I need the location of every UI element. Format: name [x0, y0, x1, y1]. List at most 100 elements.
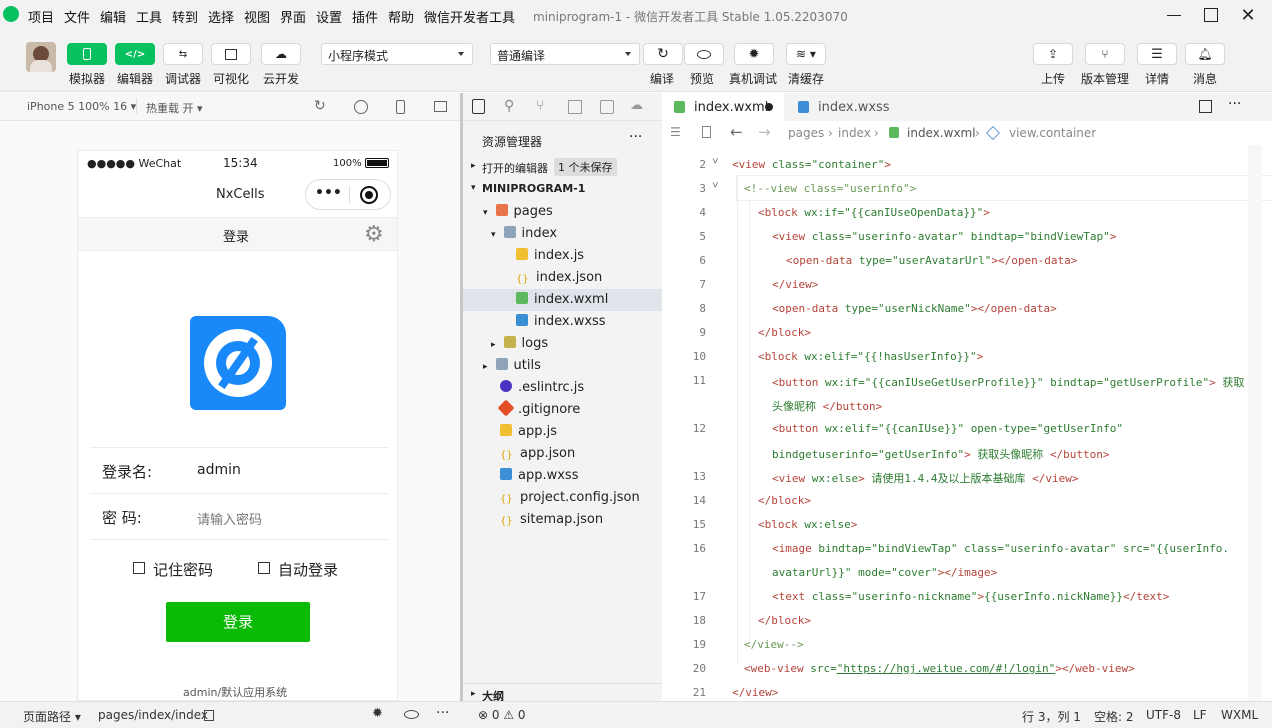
- page-path-label[interactable]: 页面路径 ▾: [23, 708, 81, 725]
- tree-item-index-js[interactable]: index.js: [516, 248, 584, 263]
- forward-arrow-icon[interactable]: →: [758, 123, 771, 141]
- more-options-icon[interactable]: ···: [1228, 96, 1241, 112]
- split-editor-icon[interactable]: [1199, 100, 1212, 113]
- details-button[interactable]: ☰: [1137, 43, 1177, 65]
- breadcrumb-file[interactable]: index.wxml: [907, 126, 976, 140]
- upload-button[interactable]: ⇪: [1033, 43, 1073, 65]
- messages-button[interactable]: 🔔︎: [1185, 43, 1225, 65]
- capsule-menu[interactable]: •••: [305, 179, 391, 210]
- mode-select[interactable]: 小程序模式: [321, 43, 473, 65]
- tab-index-wxml[interactable]: index.wxml: [662, 93, 784, 121]
- storage-icon[interactable]: [600, 100, 614, 114]
- phone-icon[interactable]: [396, 100, 405, 114]
- tree-item-app-json[interactable]: {} app.json: [500, 446, 575, 462]
- indent-setting[interactable]: 空格: 2: [1094, 708, 1134, 725]
- menu-project[interactable]: 项目: [28, 7, 54, 26]
- gear-icon[interactable]: ⚙: [364, 222, 384, 247]
- remote-debug-button[interactable]: ✹: [734, 43, 774, 65]
- page-path-value[interactable]: pages/index/index: [98, 708, 208, 722]
- tree-item-utils[interactable]: ▸ utils: [483, 358, 541, 373]
- tree-item-index-wxml[interactable]: index.wxml: [516, 292, 608, 307]
- open-editors-section[interactable]: 打开的编辑器: [482, 160, 548, 176]
- more-options-icon[interactable]: ···: [629, 129, 642, 145]
- username-input[interactable]: admin: [197, 462, 377, 478]
- compile-button[interactable]: ↻: [643, 43, 683, 65]
- menu-tools[interactable]: 工具: [136, 7, 162, 26]
- bookmark-icon[interactable]: [702, 126, 711, 138]
- cloud-icon[interactable]: ☁: [630, 98, 643, 113]
- popout-icon[interactable]: [434, 101, 447, 112]
- close-capsule-icon[interactable]: [360, 186, 378, 204]
- menu-help[interactable]: 帮助: [388, 7, 414, 26]
- minimize-button[interactable]: [1162, 4, 1186, 26]
- avatar[interactable]: [26, 42, 56, 72]
- clear-cache-button[interactable]: ≋ ▾: [786, 43, 826, 65]
- language-mode[interactable]: WXML: [1221, 708, 1258, 722]
- unsaved-dot-icon[interactable]: [765, 103, 773, 111]
- tab-index-wxss[interactable]: index.wxss: [784, 93, 906, 121]
- tree-item-sitemap[interactable]: {} sitemap.json: [500, 512, 603, 528]
- preview-button[interactable]: [684, 43, 724, 65]
- menu-view[interactable]: 视图: [244, 7, 270, 26]
- breadcrumb-node[interactable]: view.container: [1009, 126, 1096, 140]
- menu-select[interactable]: 选择: [208, 7, 234, 26]
- bug-icon[interactable]: ✹: [372, 706, 383, 721]
- menu-edit[interactable]: 编辑: [100, 7, 126, 26]
- fold-chevron-icon[interactable]: ˅: [712, 155, 719, 169]
- tree-item-index-folder[interactable]: ▾ index: [491, 226, 557, 241]
- simulator-toggle-button[interactable]: [67, 43, 107, 65]
- more-dots-icon[interactable]: •••: [315, 185, 342, 201]
- compile-select[interactable]: 普通编译: [490, 43, 640, 65]
- version-control-button[interactable]: ⑂: [1085, 43, 1125, 65]
- eye-icon[interactable]: [404, 710, 419, 719]
- maximize-button[interactable]: [1199, 4, 1223, 26]
- login-button[interactable]: 登录: [166, 602, 310, 642]
- hot-reload-select[interactable]: 热重载 开 ▾: [146, 100, 203, 116]
- tree-item-index-json[interactable]: {} index.json: [516, 270, 602, 286]
- breadcrumb-pages[interactable]: pages: [788, 126, 824, 140]
- menu-ui[interactable]: 界面: [280, 7, 306, 26]
- debugger-toggle-button[interactable]: ⇆: [163, 43, 203, 65]
- tree-item-gitignore[interactable]: .gitignore: [497, 399, 580, 417]
- device-select[interactable]: iPhone 5 100% 16 ▾: [27, 100, 136, 113]
- back-arrow-icon[interactable]: ←: [730, 123, 743, 141]
- cursor-position[interactable]: 行 3，列 1: [1022, 708, 1081, 725]
- tree-item-app-js[interactable]: app.js: [500, 424, 557, 439]
- code-editor[interactable]: 2 3 4 5 6 7 8 9 10 11 12 13 14 15 16 17 …: [662, 145, 1272, 701]
- tree-item-logs[interactable]: ▸ logs: [491, 336, 548, 351]
- visual-toggle-button[interactable]: [211, 43, 251, 65]
- menu-goto[interactable]: 转到: [172, 7, 198, 26]
- tree-item-eslintrc[interactable]: .eslintrc.js: [500, 380, 584, 395]
- remember-label[interactable]: 记住密码: [153, 559, 213, 580]
- menu-settings[interactable]: 设置: [316, 7, 342, 26]
- fold-chevron-icon[interactable]: ˅: [712, 179, 719, 193]
- copy-icon[interactable]: [204, 710, 214, 721]
- editor-toggle-button[interactable]: </>: [115, 43, 155, 65]
- tree-item-index-wxss[interactable]: index.wxss: [516, 314, 606, 329]
- remember-checkbox[interactable]: [133, 562, 145, 574]
- close-button[interactable]: ✕: [1236, 4, 1260, 26]
- tree-item-pages[interactable]: ▾ pages: [483, 204, 553, 219]
- tree-item-app-wxss[interactable]: app.wxss: [500, 468, 578, 483]
- auto-login-checkbox[interactable]: [258, 562, 270, 574]
- line-ending[interactable]: LF: [1193, 708, 1207, 722]
- list-icon[interactable]: ☰: [670, 125, 681, 139]
- menu-plugins[interactable]: 插件: [352, 7, 378, 26]
- search-icon[interactable]: ⚲: [504, 98, 514, 114]
- extensions-icon[interactable]: [568, 100, 582, 114]
- rotate-icon[interactable]: ↻: [314, 98, 326, 114]
- more-options-icon[interactable]: ···: [436, 705, 449, 721]
- files-icon[interactable]: [472, 99, 485, 114]
- menu-wechat-devtools[interactable]: 微信开发者工具: [424, 7, 515, 26]
- password-input[interactable]: 请输入密码: [197, 509, 377, 528]
- project-section[interactable]: MINIPROGRAM-1: [482, 182, 585, 195]
- auto-login-label[interactable]: 自动登录: [278, 559, 338, 580]
- error-count[interactable]: ⊗ 0 ⚠ 0: [478, 708, 526, 722]
- encoding[interactable]: UTF-8: [1146, 708, 1181, 722]
- breadcrumb-index[interactable]: index: [838, 126, 871, 140]
- cloud-dev-button[interactable]: ☁: [261, 43, 301, 65]
- branch-icon[interactable]: ⑂: [536, 98, 544, 114]
- tree-item-project-config[interactable]: {} project.config.json: [500, 490, 640, 506]
- record-icon[interactable]: [354, 100, 368, 114]
- menu-file[interactable]: 文件: [64, 7, 90, 26]
